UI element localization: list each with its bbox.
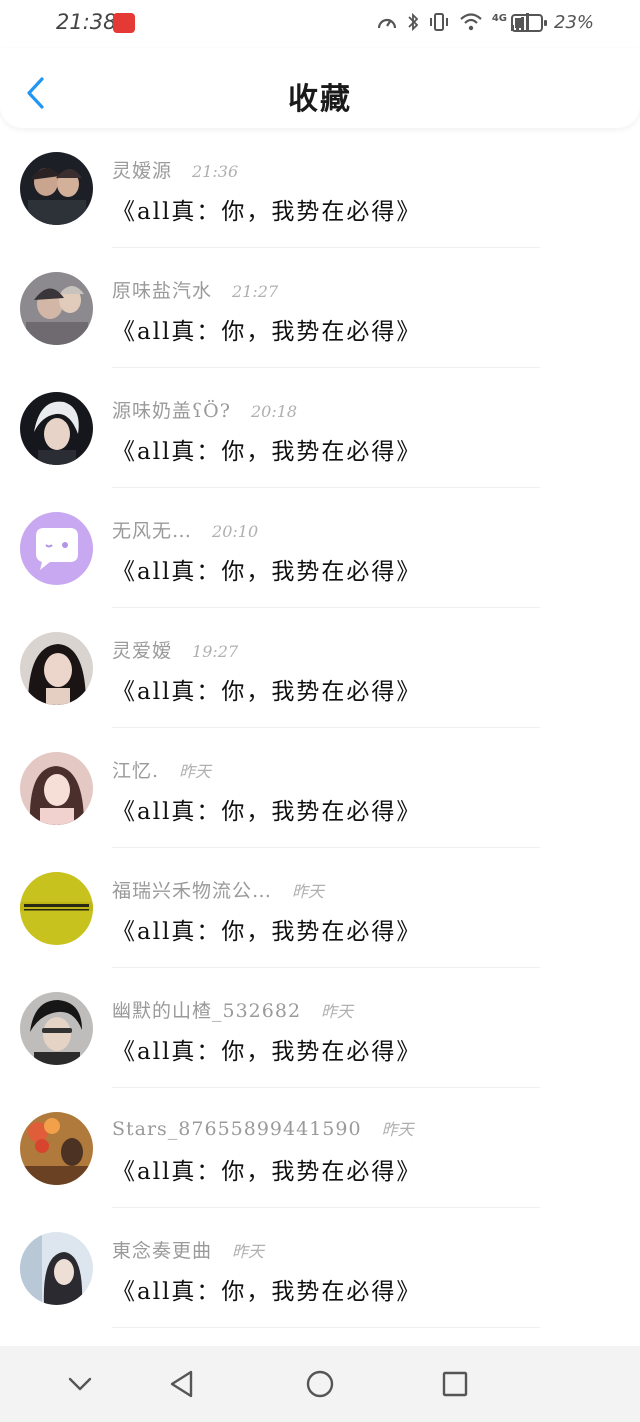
avatar[interactable]: [20, 152, 93, 225]
avatar[interactable]: [20, 752, 93, 825]
vibrate-icon: [429, 13, 448, 31]
item-time: 19:27: [192, 642, 239, 661]
author-name: 无风无…: [112, 520, 193, 542]
bluetooth-icon: [408, 12, 419, 32]
list-item[interactable]: 灵嫒源 21:36 《all真：你，我势在必得》: [0, 128, 640, 248]
avatar[interactable]: [20, 1232, 93, 1305]
system-nav-bar: [0, 1346, 640, 1422]
chat-bubble-icon: [20, 512, 93, 585]
item-meta: 江忆. 昨天: [112, 756, 211, 783]
list-item[interactable]: 源味奶盖ʕÖ? 20:18 《all真：你，我势在必得》: [0, 368, 640, 488]
item-meta: 无风无… 20:10: [112, 516, 258, 543]
avatar[interactable]: [20, 392, 93, 465]
avatar[interactable]: [20, 992, 93, 1065]
item-title: 《all真：你，我势在必得》: [112, 1159, 422, 1185]
item-meta: 原味盐汽水 21:27: [112, 276, 278, 303]
network-type: 4G: [491, 12, 507, 24]
list-item[interactable]: 原味盐汽水 21:27 《all真：你，我势在必得》: [0, 248, 640, 368]
item-time: 昨天: [179, 762, 212, 781]
app-notification-icon: [113, 13, 135, 33]
author-name: 江忆.: [112, 760, 160, 782]
status-time: 21:38: [56, 10, 117, 34]
item-meta: 東念奏更曲 昨天: [112, 1236, 264, 1263]
item-title: 《all真：你，我势在必得》: [112, 799, 422, 825]
item-time: 昨天: [321, 1002, 354, 1021]
avatar[interactable]: [20, 1112, 93, 1185]
list-item[interactable]: 福瑞兴禾物流公… 昨天 《all真：你，我势在必得》: [0, 848, 640, 968]
avatar[interactable]: [20, 272, 93, 345]
avatar[interactable]: [20, 872, 93, 945]
author-name: Stars_87655899441590: [112, 1118, 362, 1140]
battery-level: [515, 18, 521, 28]
item-title: 《all真：你，我势在必得》: [112, 1279, 422, 1305]
battery-icon: [511, 14, 547, 32]
item-time: 20:10: [212, 522, 259, 541]
list-item[interactable]: 江忆. 昨天 《all真：你，我势在必得》: [0, 728, 640, 848]
author-name: 灵爱嫒: [112, 640, 173, 662]
list-item[interactable]: Stars_87655899441590 昨天 《all真：你，我势在必得》: [0, 1088, 640, 1208]
battery-percent: 23%: [554, 12, 595, 33]
chevron-down-icon: [68, 1377, 92, 1391]
item-meta: 灵爱嫒 19:27: [112, 636, 238, 663]
author-name: 福瑞兴禾物流公…: [112, 880, 273, 902]
item-meta: 幽默的山楂_532682 昨天: [112, 996, 353, 1023]
item-meta: Stars_87655899441590 昨天: [112, 1116, 414, 1140]
item-time: 昨天: [292, 882, 325, 901]
item-title: 《all真：你，我势在必得》: [112, 439, 422, 465]
back-triangle-icon: [170, 1370, 193, 1398]
item-meta: 福瑞兴禾物流公… 昨天: [112, 876, 324, 903]
status-icons: 4G: [376, 12, 530, 32]
author-name: 東念奏更曲: [112, 1240, 213, 1262]
avatar[interactable]: [20, 632, 93, 705]
item-meta: 源味奶盖ʕÖ? 20:18: [112, 396, 297, 423]
item-title: 《all真：你，我势在必得》: [112, 319, 422, 345]
avatar[interactable]: [20, 512, 93, 585]
speed-icon: [377, 18, 396, 29]
item-time: 21:36: [192, 162, 239, 181]
favorites-list: 灵嫒源 21:36 《all真：你，我势在必得》 原味盐汽水 21:27 《al…: [0, 128, 640, 1328]
hide-nav-button[interactable]: [64, 1368, 96, 1400]
list-item[interactable]: 无风无… 20:10 《all真：你，我势在必得》: [0, 488, 640, 608]
home-circle-icon: [306, 1370, 334, 1398]
list-item[interactable]: 東念奏更曲 昨天 《all真：你，我势在必得》: [0, 1208, 640, 1328]
author-name: 灵嫒源: [112, 160, 173, 182]
item-time: 昨天: [381, 1120, 414, 1139]
item-title: 《all真：你，我势在必得》: [112, 679, 422, 705]
item-time: 昨天: [232, 1242, 265, 1261]
status-bar: 21:38 4G 23%: [0, 0, 640, 48]
item-title: 《all真：你，我势在必得》: [112, 919, 422, 945]
recents-square-icon: [442, 1371, 468, 1397]
divider: [112, 1327, 540, 1328]
item-time: 21:27: [232, 282, 279, 301]
list-item[interactable]: 灵爱嫒 19:27 《all真：你，我势在必得》: [0, 608, 640, 728]
header: 收藏: [0, 48, 640, 128]
nav-recents-button[interactable]: [439, 1368, 471, 1400]
item-title: 《all真：你，我势在必得》: [112, 199, 422, 225]
list-item[interactable]: 幽默的山楂_532682 昨天 《all真：你，我势在必得》: [0, 968, 640, 1088]
author-name: 原味盐汽水: [112, 280, 213, 302]
nav-back-button[interactable]: [166, 1368, 198, 1400]
item-title: 《all真：你，我势在必得》: [112, 1039, 422, 1065]
nav-home-button[interactable]: [304, 1368, 336, 1400]
item-time: 20:18: [250, 402, 298, 421]
author-name: 源味奶盖ʕÖ?: [112, 400, 231, 422]
author-name: 幽默的山楂_532682: [112, 1000, 302, 1022]
page-title: 收藏: [288, 82, 352, 117]
item-meta: 灵嫒源 21:36: [112, 156, 238, 183]
wifi-icon: [460, 13, 482, 31]
item-title: 《all真：你，我势在必得》: [112, 559, 422, 585]
